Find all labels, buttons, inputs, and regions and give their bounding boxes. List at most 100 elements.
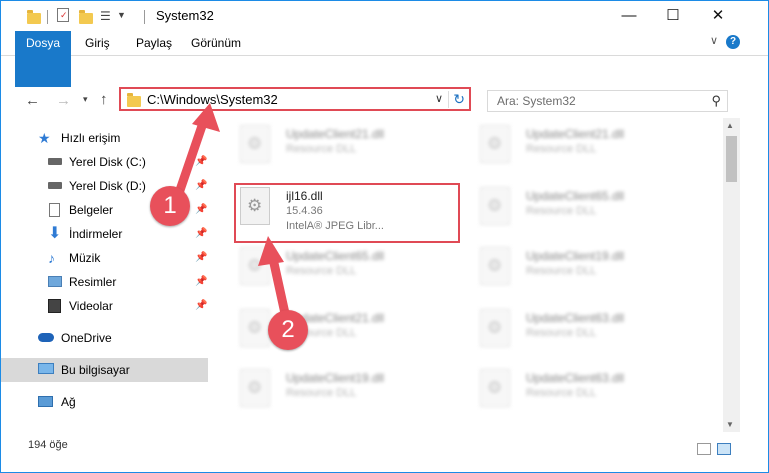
tab-view[interactable]: Görünüm xyxy=(191,31,241,55)
ribbon: Dosya Giriş Paylaş Görünüm ∨ ? xyxy=(1,31,768,87)
dll-file-icon: ⚙ xyxy=(240,369,270,407)
sidebar-item-network[interactable]: Ağ xyxy=(1,390,208,414)
tiles-view-icon[interactable] xyxy=(717,443,731,455)
minimize-button[interactable]: — xyxy=(606,1,652,31)
file-name: UpdateClient63.dll xyxy=(526,371,625,385)
status-bar: 194 öğe xyxy=(1,433,768,459)
file-type: Resource DLL xyxy=(286,387,357,399)
file-item[interactable]: ⚙ UpdateClient63.dll Resource DLL xyxy=(474,305,704,361)
sidebar-item-label: Ağ xyxy=(61,395,76,409)
file-item[interactable]: ⚙ UpdateClient19.dll Resource DLL xyxy=(474,243,704,299)
dll-file-icon: ⚙ xyxy=(240,309,270,347)
forward-arrow-icon[interactable]: → xyxy=(56,92,71,109)
highlight-box xyxy=(234,183,460,243)
tab-share[interactable]: Paylaş xyxy=(136,31,172,55)
star-icon: ★ xyxy=(38,130,51,146)
new-folder-icon[interactable] xyxy=(79,10,93,24)
dll-file-icon: ⚙ xyxy=(240,247,270,285)
scroll-down-icon[interactable]: ▼ xyxy=(726,420,734,429)
tab-file[interactable]: Dosya xyxy=(15,31,71,87)
pin-icon[interactable]: 📌 xyxy=(195,246,207,270)
file-type: Resource DLL xyxy=(526,205,597,217)
title-bar: ✓ ☰ ▼ System32 — ☐ ✕ xyxy=(1,1,768,31)
address-dropdown-icon[interactable]: ∨ xyxy=(435,92,443,105)
sidebar-item-label: Hızlı erişim xyxy=(61,131,121,145)
computer-icon xyxy=(38,363,54,374)
address-path[interactable]: C:\Windows\System32 xyxy=(147,92,278,107)
pin-icon[interactable]: 📌 xyxy=(195,174,207,198)
customize-toolbar-icon[interactable]: ☰ xyxy=(100,9,111,23)
properties-icon[interactable]: ✓ xyxy=(57,8,69,22)
sidebar-item-quick-access[interactable]: ★ Hızlı erişim xyxy=(1,126,208,150)
dll-file-icon: ⚙ xyxy=(480,125,510,163)
sidebar-item-label: Bu bilgisayar xyxy=(61,363,130,377)
file-item[interactable]: ⚙ UpdateClient21.dll Resource DLL xyxy=(474,121,704,177)
sidebar-item-label: Yerel Disk (C:) xyxy=(69,155,146,169)
scroll-thumb[interactable] xyxy=(726,136,737,182)
close-button[interactable]: ✕ xyxy=(695,1,741,31)
pin-icon[interactable]: 📌 xyxy=(195,150,207,174)
window-title: System32 xyxy=(156,8,214,23)
sidebar-item-label: Müzik xyxy=(69,251,101,265)
scroll-up-icon[interactable]: ▲ xyxy=(726,121,734,130)
sidebar-item-label: Belgeler xyxy=(69,203,114,217)
pin-icon[interactable]: 📌 xyxy=(195,270,207,294)
folder-icon xyxy=(27,10,41,24)
download-icon: ⬇ xyxy=(48,225,62,242)
vertical-scrollbar[interactable]: ▲ ▼ xyxy=(723,118,740,432)
refresh-icon[interactable]: ↻ xyxy=(448,91,465,108)
search-placeholder[interactable]: Ara: System32 xyxy=(497,94,576,108)
details-view-icon[interactable] xyxy=(697,443,711,455)
file-name: UpdateClient19.dll xyxy=(286,371,385,385)
item-count: 194 öğe xyxy=(28,439,68,451)
tab-home[interactable]: Giriş xyxy=(85,31,110,55)
navigation-pane: ★ Hızlı erişim Yerel Disk (C:) 📌 Yerel D… xyxy=(1,121,211,429)
pin-icon[interactable]: 📌 xyxy=(195,294,207,318)
pin-icon[interactable]: 📌 xyxy=(195,198,207,222)
maximize-button[interactable]: ☐ xyxy=(650,1,696,31)
file-type: Resource DLL xyxy=(526,327,597,339)
sidebar-item-label: Videolar xyxy=(69,299,113,313)
sidebar-item-disk-c[interactable]: Yerel Disk (C:) 📌 xyxy=(1,150,208,174)
sidebar-item-this-pc[interactable]: Bu bilgisayar xyxy=(1,358,208,382)
file-item[interactable]: ⚙ UpdateClient21.dll Resource DLL xyxy=(234,121,464,177)
chevron-down-icon[interactable]: ▼ xyxy=(117,10,126,20)
search-box[interactable]: Ara: System32 ⚲ xyxy=(487,90,728,112)
step-badge-2: 2 xyxy=(268,310,308,350)
sidebar-item-label: İndirmeler xyxy=(69,227,123,241)
sidebar-item-pictures[interactable]: Resimler 📌 xyxy=(1,270,208,294)
file-name: UpdateClient21.dll xyxy=(526,127,625,141)
pin-icon[interactable]: 📌 xyxy=(195,222,207,246)
sidebar-item-label: Resimler xyxy=(69,275,117,289)
sidebar-item-music[interactable]: ♪ Müzik 📌 xyxy=(1,246,208,270)
recent-locations-icon[interactable]: ▾ xyxy=(83,94,88,105)
video-icon xyxy=(48,299,61,313)
search-icon[interactable]: ⚲ xyxy=(711,93,721,109)
file-name: UpdateClient65.dll xyxy=(526,189,625,203)
up-arrow-icon[interactable]: ↑ xyxy=(100,91,108,108)
file-type: Resource DLL xyxy=(286,265,357,277)
file-item[interactable]: ⚙ UpdateClient63.dll Resource DLL xyxy=(474,365,704,421)
sidebar-item-downloads[interactable]: ⬇ İndirmeler 📌 xyxy=(1,222,208,246)
sidebar-item-videos[interactable]: Videolar 📌 xyxy=(1,294,208,318)
expand-ribbon-icon[interactable]: ∨ xyxy=(710,34,718,47)
file-item[interactable]: ⚙ UpdateClient65.dll Resource DLL xyxy=(474,183,704,239)
file-name: UpdateClient63.dll xyxy=(526,311,625,325)
help-icon[interactable]: ? xyxy=(726,35,740,49)
file-item[interactable]: ⚙ UpdateClient19.dll Resource DLL xyxy=(234,365,464,421)
file-item[interactable]: ⚙ UpdateClient65.dll Resource DLL xyxy=(234,243,464,299)
file-type: Resource DLL xyxy=(526,143,597,155)
pictures-icon xyxy=(48,276,62,287)
file-type: Resource DLL xyxy=(526,265,597,277)
dll-file-icon: ⚙ xyxy=(480,247,510,285)
documents-icon xyxy=(49,203,60,217)
address-bar[interactable]: C:\Windows\System32 ∨ ↻ xyxy=(119,87,471,111)
drive-icon xyxy=(48,158,62,165)
back-arrow-icon[interactable]: ← xyxy=(25,92,40,109)
music-icon: ♪ xyxy=(48,250,55,266)
sidebar-item-onedrive[interactable]: OneDrive xyxy=(1,326,208,350)
step-badge-1: 1 xyxy=(150,186,190,226)
cloud-icon xyxy=(38,333,54,342)
folder-icon xyxy=(127,93,141,107)
dll-file-icon: ⚙ xyxy=(240,125,270,163)
